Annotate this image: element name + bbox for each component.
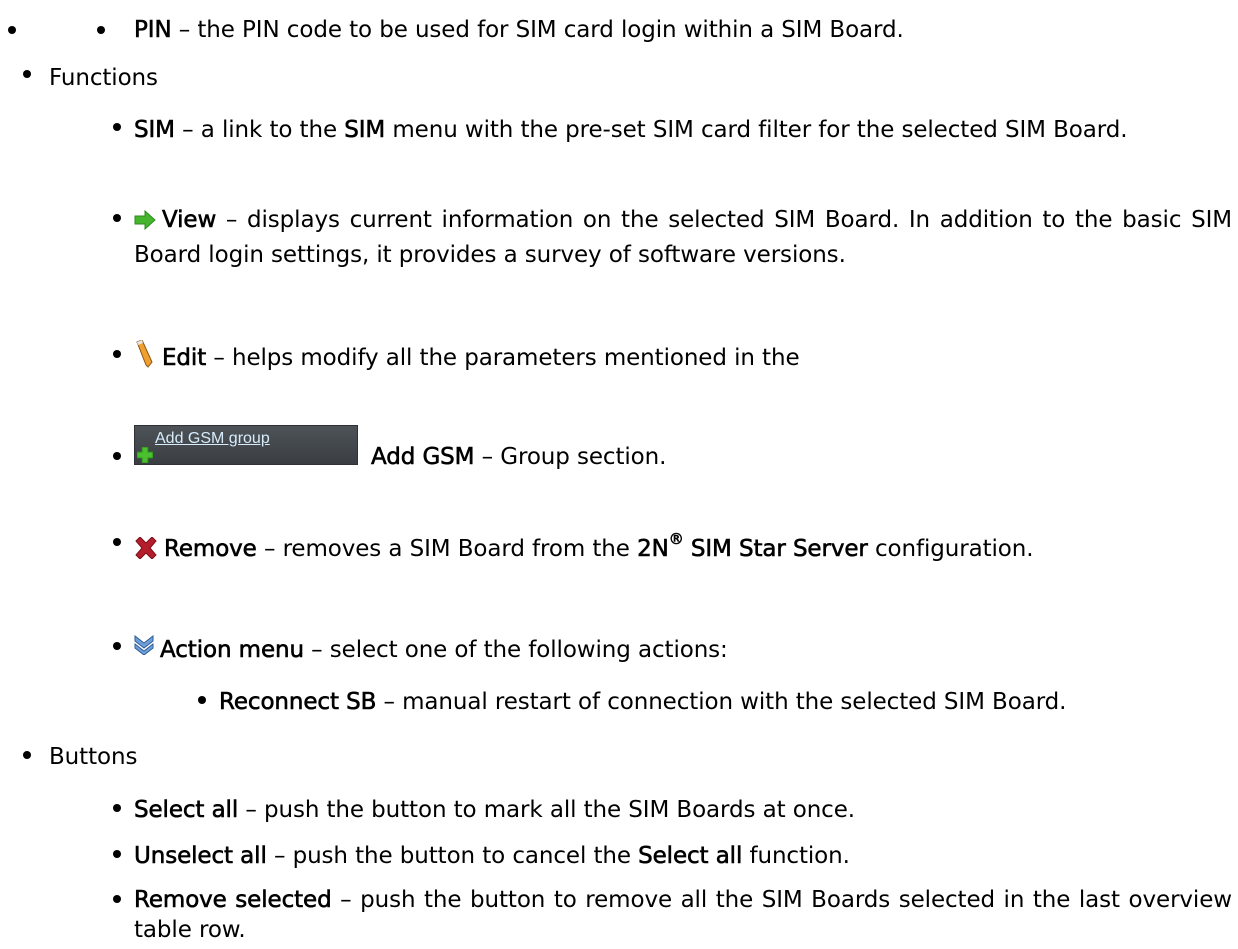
view-description: – displays current information on the se… (134, 207, 1232, 268)
remove-selected-item: Remove selected – push the button to rem… (134, 885, 1232, 945)
add-gsm-group-link[interactable]: Add GSM group (155, 430, 270, 448)
remove-item: Remove – removes a SIM Board from the 2N… (134, 528, 1232, 573)
edit-term: Edit (162, 345, 207, 372)
bullet (97, 26, 105, 34)
view-term: View (162, 207, 217, 234)
reconnect-term: Reconnect SB (219, 689, 377, 716)
bullet (113, 538, 121, 546)
sim-term: SIM (134, 117, 176, 144)
unselect-all-text-1: – push the button to cancel the (266, 843, 639, 869)
red-cross-icon (134, 531, 158, 573)
bullet (113, 350, 121, 358)
buttons-heading: Buttons (49, 744, 138, 770)
bullet (23, 751, 31, 759)
sim-item: SIM – a link to the SIM menu with the pr… (134, 114, 1232, 146)
bullet (113, 642, 121, 650)
remove-text-2: configuration. (867, 536, 1034, 562)
unselect-all-item: Unselect all – push the button to cancel… (134, 840, 850, 872)
functions-heading: Functions (49, 65, 158, 91)
select-all-ref: Select all (638, 843, 743, 870)
action-menu-item: Action menu – select one of the followin… (134, 632, 1232, 666)
add-gsm-description: – Group section. (474, 444, 667, 470)
bullet (113, 452, 121, 460)
select-all-description: – push the button to mark all the SIM Bo… (238, 797, 855, 823)
edit-description: – helps modify all the parameters mentio… (206, 345, 800, 371)
green-arrow-icon (134, 207, 156, 239)
double-chevron-down-icon (134, 632, 154, 664)
reconnect-item: Reconnect SB – manual restart of connect… (219, 686, 1232, 718)
pin-term: PIN (134, 17, 172, 44)
select-all-item: Select all – push the button to mark all… (134, 794, 855, 826)
edit-item: Edit – helps modify all the parameters m… (134, 339, 1232, 377)
view-item: View – displays current information on t… (134, 204, 1232, 271)
add-gsm-group-button[interactable]: Add GSM group (134, 425, 358, 465)
pencil-icon (134, 339, 156, 377)
remove-term: Remove (164, 536, 257, 563)
brand-name: 2N® SIM Star Server (637, 530, 868, 562)
bullet (113, 850, 121, 858)
add-gsm-term: Add GSM (371, 444, 475, 471)
sim-text-1: – a link to the (174, 117, 345, 143)
action-menu-term: Action menu (160, 637, 305, 664)
reconnect-description: – manual restart of connection with the … (376, 689, 1067, 715)
bullet (113, 895, 121, 903)
plus-icon (136, 439, 154, 471)
bullet (113, 123, 121, 131)
bullet (113, 804, 121, 812)
remove-selected-term: Remove selected (134, 887, 332, 914)
bullet (8, 26, 16, 34)
bullet (198, 696, 206, 704)
unselect-all-term: Unselect all (134, 843, 267, 870)
action-menu-description: – select one of the following actions: (303, 637, 728, 663)
sim-menu-term: SIM (344, 117, 386, 144)
pin-description: – the PIN code to be used for SIM card l… (171, 17, 904, 43)
pin-item: PIN – the PIN code to be used for SIM ca… (134, 14, 1234, 46)
add-gsm-item: Add GSM – Group section. (371, 441, 667, 473)
bullet (23, 70, 31, 78)
unselect-all-text-2: function. (742, 843, 850, 869)
sim-text-2: menu with the pre-set SIM card filter fo… (385, 117, 1128, 143)
remove-text-1: – removes a SIM Board from the (256, 536, 638, 562)
bullet (113, 214, 121, 222)
select-all-term: Select all (134, 797, 239, 824)
